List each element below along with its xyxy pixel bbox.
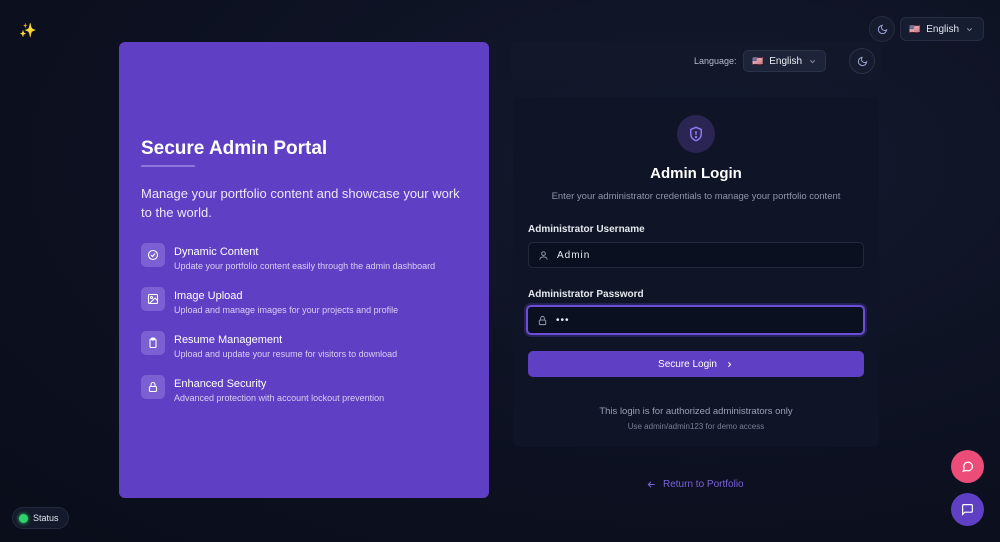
feature-desc: Update your portfolio content easily thr… xyxy=(174,261,436,271)
promo-title: Secure Admin Portal xyxy=(141,138,328,159)
message-circle-icon xyxy=(962,461,973,473)
language-select[interactable]: 🇺🇸 English xyxy=(743,50,826,72)
password-value: ••• xyxy=(556,314,570,326)
check-circle-icon xyxy=(141,243,165,267)
chevron-right-icon xyxy=(728,361,732,367)
username-field[interactable]: Admin xyxy=(528,242,864,268)
shield-alert-icon xyxy=(677,115,715,153)
secure-login-button[interactable]: Secure Login xyxy=(528,351,864,377)
promo-subtitle: Manage your portfolio content and showca… xyxy=(141,186,460,220)
messages-button[interactable] xyxy=(951,493,984,526)
language-value: English xyxy=(769,55,803,67)
image-icon xyxy=(141,287,165,311)
promo-panel: Secure Admin Portal Manage your portfoli… xyxy=(119,42,489,498)
authorized-note: This login is for authorized administrat… xyxy=(599,406,793,417)
moon-icon xyxy=(857,56,867,66)
login-subtitle: Enter your administrator credentials to … xyxy=(551,191,841,202)
theme-toggle-button[interactable] xyxy=(869,16,895,42)
feature-desc: Advanced protection with account lockout… xyxy=(174,393,385,403)
demo-note: Use admin/admin123 for demo access xyxy=(627,422,765,431)
feature-item: Enhanced Security Advanced protection wi… xyxy=(141,375,481,421)
chevron-down-icon xyxy=(809,59,816,63)
sparkle-icon: ✨ xyxy=(19,21,37,38)
password-label: Administrator Password xyxy=(528,289,644,300)
lock-icon xyxy=(141,375,165,399)
status-label: Status xyxy=(33,513,59,523)
user-icon xyxy=(539,250,548,260)
feature-item: Dynamic Content Update your portfolio co… xyxy=(141,243,481,289)
login-button-label: Secure Login xyxy=(658,358,717,370)
feature-title: Dynamic Content xyxy=(174,246,259,258)
feature-title: Resume Management xyxy=(174,334,283,346)
language-value: English xyxy=(926,23,960,35)
password-field[interactable]: ••• xyxy=(526,305,865,335)
title-underline xyxy=(141,165,195,167)
language-select[interactable]: 🇺🇸 English xyxy=(900,17,984,41)
clipboard-icon xyxy=(141,331,165,355)
language-label: Language: xyxy=(694,56,737,66)
us-flag-icon: 🇺🇸 xyxy=(752,55,764,66)
status-dot-icon xyxy=(19,513,28,523)
language-bar: Language: 🇺🇸 English xyxy=(511,42,881,80)
feature-title: Image Upload xyxy=(174,290,243,302)
arrow-left-icon xyxy=(647,481,655,488)
feature-list: Dynamic Content Update your portfolio co… xyxy=(141,243,481,421)
chevron-down-icon xyxy=(966,27,973,31)
feature-title: Enhanced Security xyxy=(174,378,267,390)
feature-item: Resume Management Upload and update your… xyxy=(141,331,481,377)
us-flag-icon: 🇺🇸 xyxy=(909,23,921,34)
status-indicator[interactable]: Status xyxy=(12,507,69,529)
feature-item: Image Upload Upload and manage images fo… xyxy=(141,287,481,333)
feature-desc: Upload and manage images for your projec… xyxy=(174,305,399,315)
feature-desc: Upload and update your resume for visito… xyxy=(174,349,398,359)
lock-icon xyxy=(538,315,547,325)
chat-bubble-button[interactable] xyxy=(951,450,984,483)
message-square-icon xyxy=(962,504,973,516)
login-card: Admin Login Enter your administrator cre… xyxy=(513,97,879,447)
return-to-portfolio-link[interactable]: Return to Portfolio xyxy=(646,479,744,490)
theme-toggle-button[interactable] xyxy=(849,48,875,74)
login-title: Admin Login xyxy=(650,165,742,182)
return-link-label: Return to Portfolio xyxy=(663,479,744,490)
moon-icon xyxy=(877,24,887,34)
username-label: Administrator Username xyxy=(528,224,645,235)
username-value: Admin xyxy=(557,249,591,261)
